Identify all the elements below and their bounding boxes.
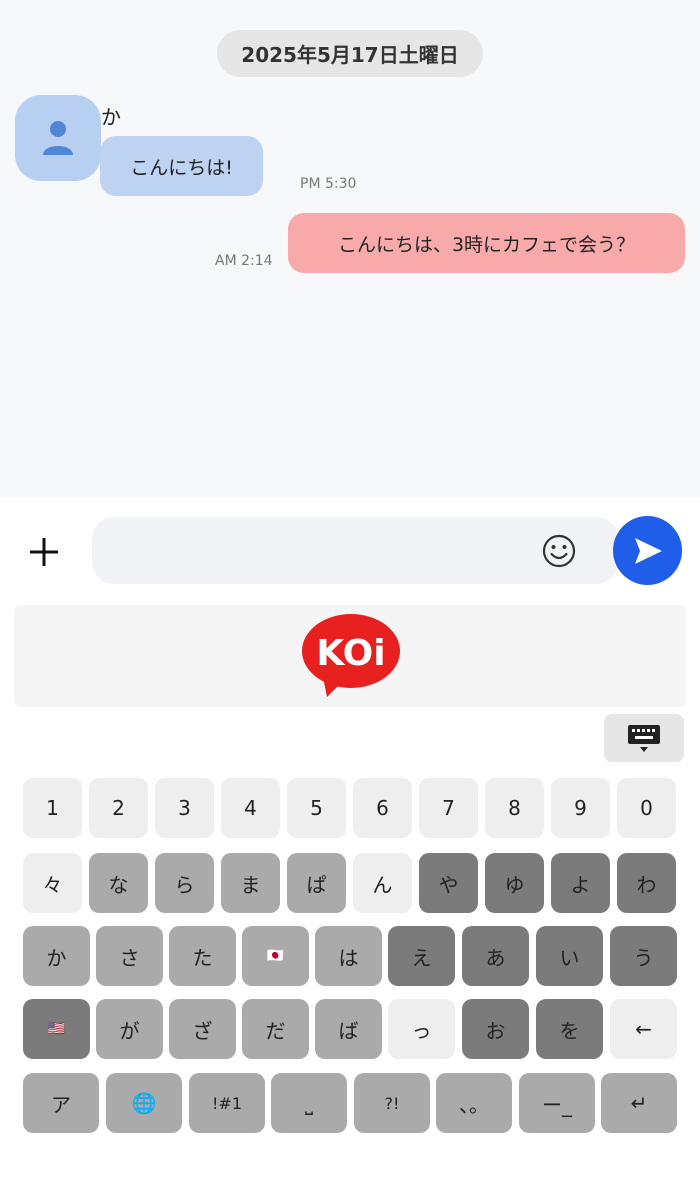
key-kana[interactable]: な [89, 853, 148, 913]
outgoing-time: AM 2:14 [215, 253, 273, 269]
message-input[interactable] [110, 517, 534, 586]
key-kana[interactable]: い [536, 926, 603, 986]
globe-key[interactable]: 🌐 [106, 1073, 182, 1133]
key-kana[interactable]: ざ [169, 999, 236, 1059]
key-kana[interactable]: わ [617, 853, 676, 913]
key-kana[interactable]: が [96, 999, 163, 1059]
sender-name: か [101, 105, 121, 129]
key-kana[interactable]: っ [388, 999, 455, 1059]
key-kana[interactable]: は [315, 926, 382, 986]
key-kana[interactable]: か [23, 926, 90, 986]
key-kana[interactable]: あ [462, 926, 529, 986]
keyboard-icon [628, 725, 660, 752]
incoming-message[interactable]: こんにちは! [100, 136, 263, 196]
key-kana[interactable]: ゆ [485, 853, 544, 913]
key-9[interactable]: 9 [551, 778, 610, 838]
backspace-key[interactable]: ← [610, 999, 677, 1059]
smiley-icon [542, 534, 576, 568]
key-kana[interactable]: よ [551, 853, 610, 913]
key-kana[interactable]: ぱ [287, 853, 346, 913]
key-5[interactable]: 5 [287, 778, 346, 838]
key-7[interactable]: 7 [419, 778, 478, 838]
punctuation-key[interactable]: ?! [354, 1073, 430, 1133]
space-key[interactable]: ⎵ [271, 1073, 347, 1133]
chat-area: 2025年5月17日土曜日 か こんにちは! PM 5:30 AM 2:14 こ… [0, 0, 700, 497]
avatar[interactable] [15, 95, 101, 181]
key-us-flag[interactable]: 🇺🇸 [23, 999, 90, 1059]
date-separator: 2025年5月17日土曜日 [217, 30, 483, 77]
key-1[interactable]: 1 [23, 778, 82, 838]
key-kana[interactable]: た [169, 926, 236, 986]
symbols-key[interactable]: !#1 [189, 1073, 265, 1133]
katakana-key[interactable]: ア [23, 1073, 99, 1133]
incoming-time: PM 5:30 [300, 176, 357, 192]
key-japanese-flag[interactable]: 🇯🇵 [242, 926, 309, 986]
key-kana[interactable]: ば [315, 999, 382, 1059]
comma-period-key[interactable]: 、。 [436, 1073, 512, 1133]
key-kana[interactable]: だ [242, 999, 309, 1059]
key-kana[interactable]: う [610, 926, 677, 986]
koi-logo-text: KOi [316, 633, 385, 674]
plus-icon [30, 538, 58, 566]
keyboard-toggle-button[interactable] [604, 714, 684, 762]
key-4[interactable]: 4 [221, 778, 280, 838]
key-kana[interactable]: ま [221, 853, 280, 913]
key-kana[interactable]: ん [353, 853, 412, 913]
attach-button[interactable] [22, 530, 66, 574]
long-vowel-key[interactable]: ー_ [519, 1073, 595, 1133]
enter-key[interactable]: ↵ [601, 1073, 677, 1133]
key-kana[interactable]: ら [155, 853, 214, 913]
outgoing-message[interactable]: こんにちは、3時にカフェで会う？ [288, 213, 685, 273]
send-icon [634, 537, 662, 564]
key-kana[interactable]: さ [96, 926, 163, 986]
koi-logo: KOi [301, 613, 401, 703]
key-0[interactable]: 0 [617, 778, 676, 838]
emoji-button[interactable] [540, 532, 578, 570]
send-button[interactable] [613, 516, 682, 585]
key-kana[interactable]: を [536, 999, 603, 1059]
key-8[interactable]: 8 [485, 778, 544, 838]
key-kana[interactable]: お [462, 999, 529, 1059]
key-kana[interactable]: や [419, 853, 478, 913]
key-2[interactable]: 2 [89, 778, 148, 838]
key-kana[interactable]: 々 [23, 853, 82, 913]
key-6[interactable]: 6 [353, 778, 412, 838]
key-kana[interactable]: え [388, 926, 455, 986]
user-icon [43, 121, 73, 155]
key-3[interactable]: 3 [155, 778, 214, 838]
